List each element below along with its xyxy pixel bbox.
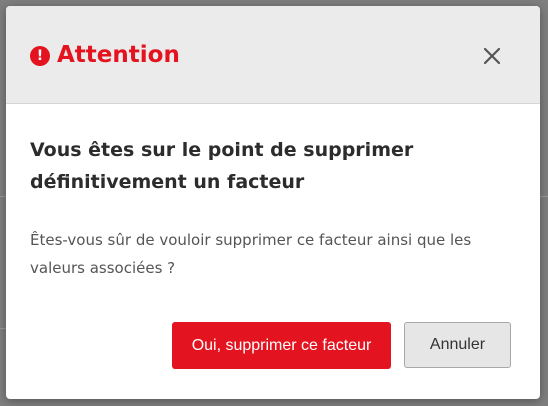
dialog-message: Êtes-vous sûr de vouloir supprimer ce fa…	[30, 231, 472, 277]
cancel-button[interactable]: Annuler	[404, 322, 511, 368]
confirm-delete-button[interactable]: Oui, supprimer ce facteur	[172, 322, 391, 369]
dialog-header: ! Attention	[6, 6, 540, 104]
backdrop-divider	[540, 196, 548, 197]
exclamation-circle-icon: !	[30, 46, 50, 66]
close-button[interactable]	[478, 42, 506, 70]
dialog-title: Attention	[57, 42, 180, 68]
dialog-heading: Vous êtes sur le point de supprimer défi…	[30, 139, 414, 193]
close-icon	[483, 47, 501, 65]
confirm-delete-dialog: ! Attention Vous êtes sur le point de su…	[6, 6, 540, 399]
